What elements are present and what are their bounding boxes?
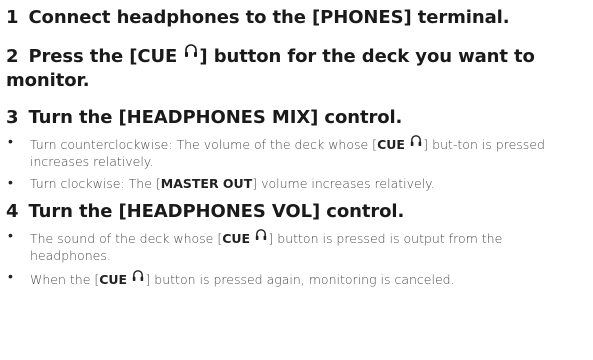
- step-3-number: 3: [6, 107, 19, 128]
- master-out-label: MASTER OUT: [160, 176, 253, 191]
- headphones-icon: [185, 44, 198, 57]
- bullet-text: The sound of the deck whose [: [30, 231, 223, 246]
- step-4-number: 4: [6, 201, 19, 222]
- list-item: • Turn counterclockwise: The volume of th…: [6, 134, 585, 170]
- headphones-icon: [256, 229, 267, 240]
- headphones-icon: [133, 270, 144, 281]
- bullet-text: ] button is pressed again, monitoring is…: [145, 272, 455, 287]
- cue-label: CUE: [222, 231, 255, 246]
- headphones-icon: [411, 135, 422, 146]
- step-2-heading: 2 Press the [CUE ] button for the deck yo…: [6, 43, 585, 93]
- step-4-bullets: • The sound of the deck whose [CUE ] butt…: [6, 228, 585, 288]
- step-1-heading: 1 Connect headphones to the [PHONES] term…: [6, 6, 585, 30]
- list-item: • Turn clockwise: The [MASTER OUT] volume…: [6, 175, 585, 192]
- step-4-title: Turn the [HEADPHONES VOL] control.: [28, 201, 405, 222]
- bullet-glyph: •: [8, 134, 13, 150]
- step-3-heading: 3 Turn the [HEADPHONES MIX] control.: [6, 106, 585, 130]
- cue-label: CUE: [377, 137, 410, 152]
- bullet-text: ] volume increases relatively.: [252, 176, 435, 191]
- step-3: 3 Turn the [HEADPHONES MIX] control. • Tur…: [6, 106, 585, 192]
- bullet-text: When the [: [30, 272, 100, 287]
- step-3-bullets: • Turn counterclockwise: The volume of th…: [6, 134, 585, 192]
- bullet-text: Turn clockwise: The [: [30, 176, 161, 191]
- step-4-heading: 4 Turn the [HEADPHONES VOL] control.: [6, 200, 585, 224]
- cue-label: CUE: [99, 272, 132, 287]
- step-3-title: Turn the [HEADPHONES MIX] control.: [28, 107, 403, 128]
- bullet-text: Turn counterclockwise: The volume of the…: [30, 137, 378, 152]
- step-1-title: Connect headphones to the [PHONES] termi…: [28, 7, 510, 28]
- step-2-number: 2: [6, 46, 19, 67]
- bullet-glyph: •: [8, 228, 13, 244]
- bullet-glyph: •: [8, 269, 13, 285]
- instruction-page: 1 Connect headphones to the [PHONES] term…: [0, 0, 593, 360]
- list-item: • The sound of the deck whose [CUE ] butt…: [6, 228, 585, 264]
- step-2-title-start: Press the [CUE: [28, 46, 184, 67]
- step-4: 4 Turn the [HEADPHONES VOL] control. • The…: [6, 200, 585, 288]
- list-item: • When the [CUE ] button is pressed again…: [6, 269, 585, 288]
- step-2: 2 Press the [CUE ] button for the deck yo…: [6, 43, 585, 93]
- bullet-glyph: •: [8, 175, 13, 191]
- step-1-number: 1: [6, 7, 19, 28]
- step-1: 1 Connect headphones to the [PHONES] term…: [6, 6, 585, 30]
